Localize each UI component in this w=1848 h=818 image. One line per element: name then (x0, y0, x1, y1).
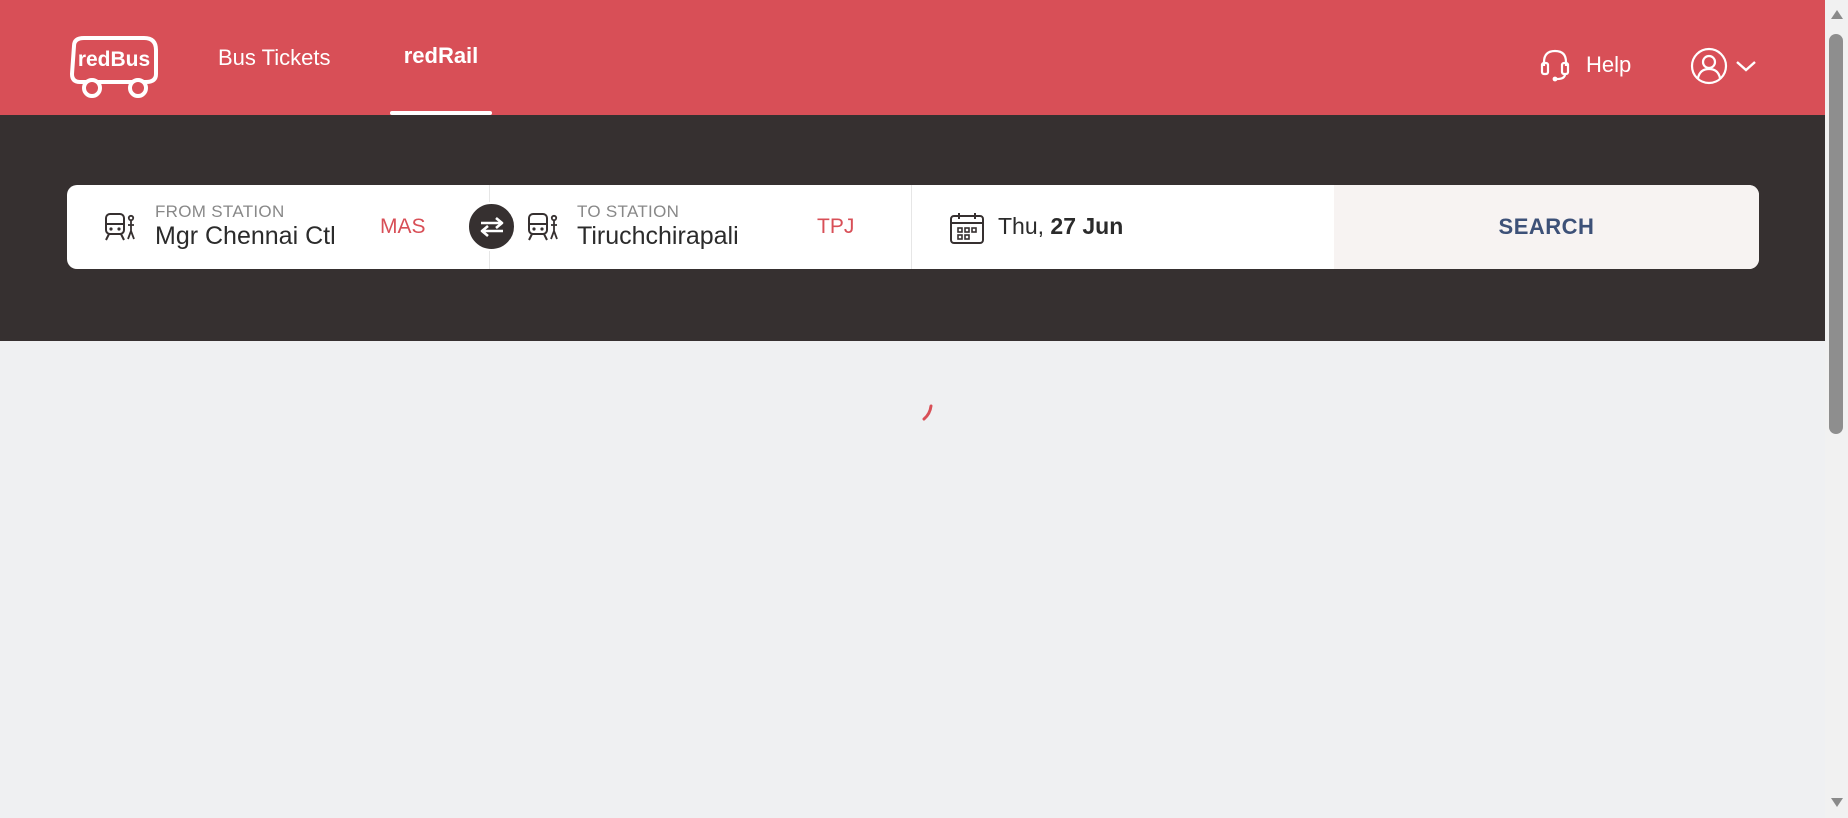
train-station-icon (105, 213, 135, 241)
to-station-code: TPJ (817, 215, 855, 238)
chevron-down-icon (1736, 61, 1756, 72)
train-station-icon (528, 213, 558, 241)
from-station-code: MAS (380, 215, 426, 238)
logo-text: redBus (78, 48, 150, 71)
loading-spinner-icon (915, 404, 935, 429)
search-button[interactable]: SEARCH (1334, 185, 1759, 269)
help-link[interactable]: Help (1540, 48, 1631, 82)
journey-date-value: 27 Jun (1050, 213, 1124, 239)
nav-redrail[interactable]: redRail (390, 0, 492, 115)
scroll-up-arrow-icon[interactable] (1831, 10, 1843, 19)
search-button-label: SEARCH (1498, 214, 1595, 239)
scroll-down-arrow-icon[interactable] (1831, 798, 1843, 807)
nav-bus-tickets[interactable]: Bus Tickets (218, 0, 330, 115)
headset-icon (1540, 49, 1570, 82)
swap-stations-button[interactable] (467, 202, 516, 251)
top-header: redBus Bus Tickets redRail Help (0, 0, 1825, 115)
journey-date: Thu, 27 Jun (998, 213, 1123, 240)
nav-bus-tickets-label: Bus Tickets (218, 44, 331, 70)
nav-redrail-label: redRail (403, 42, 479, 68)
to-station-label: TO STATION (577, 202, 680, 221)
swap-icon (480, 216, 503, 237)
help-label: Help (1586, 52, 1632, 77)
train-search-form: FROM STATION Mgr Chennai Ctl MAS TO STAT… (67, 185, 1759, 269)
to-station-name: Tiruchchirapali (577, 222, 739, 250)
account-menu[interactable] (1690, 47, 1758, 85)
from-station-name: Mgr Chennai Ctl (155, 222, 336, 250)
from-station-label: FROM STATION (155, 202, 285, 221)
user-account-icon (1690, 47, 1728, 85)
redbus-logo-icon[interactable]: redBus (66, 34, 162, 100)
scrollbar-thumb[interactable] (1829, 34, 1843, 434)
vertical-scrollbar[interactable] (1825, 0, 1848, 818)
calendar-icon (950, 213, 984, 244)
journey-date-field[interactable]: Thu, 27 Jun (912, 185, 1334, 269)
journey-day: Thu, (998, 213, 1045, 239)
to-station-field[interactable]: TO STATION Tiruchchirapali TPJ (490, 185, 912, 269)
from-station-field[interactable]: FROM STATION Mgr Chennai Ctl MAS (67, 185, 490, 269)
